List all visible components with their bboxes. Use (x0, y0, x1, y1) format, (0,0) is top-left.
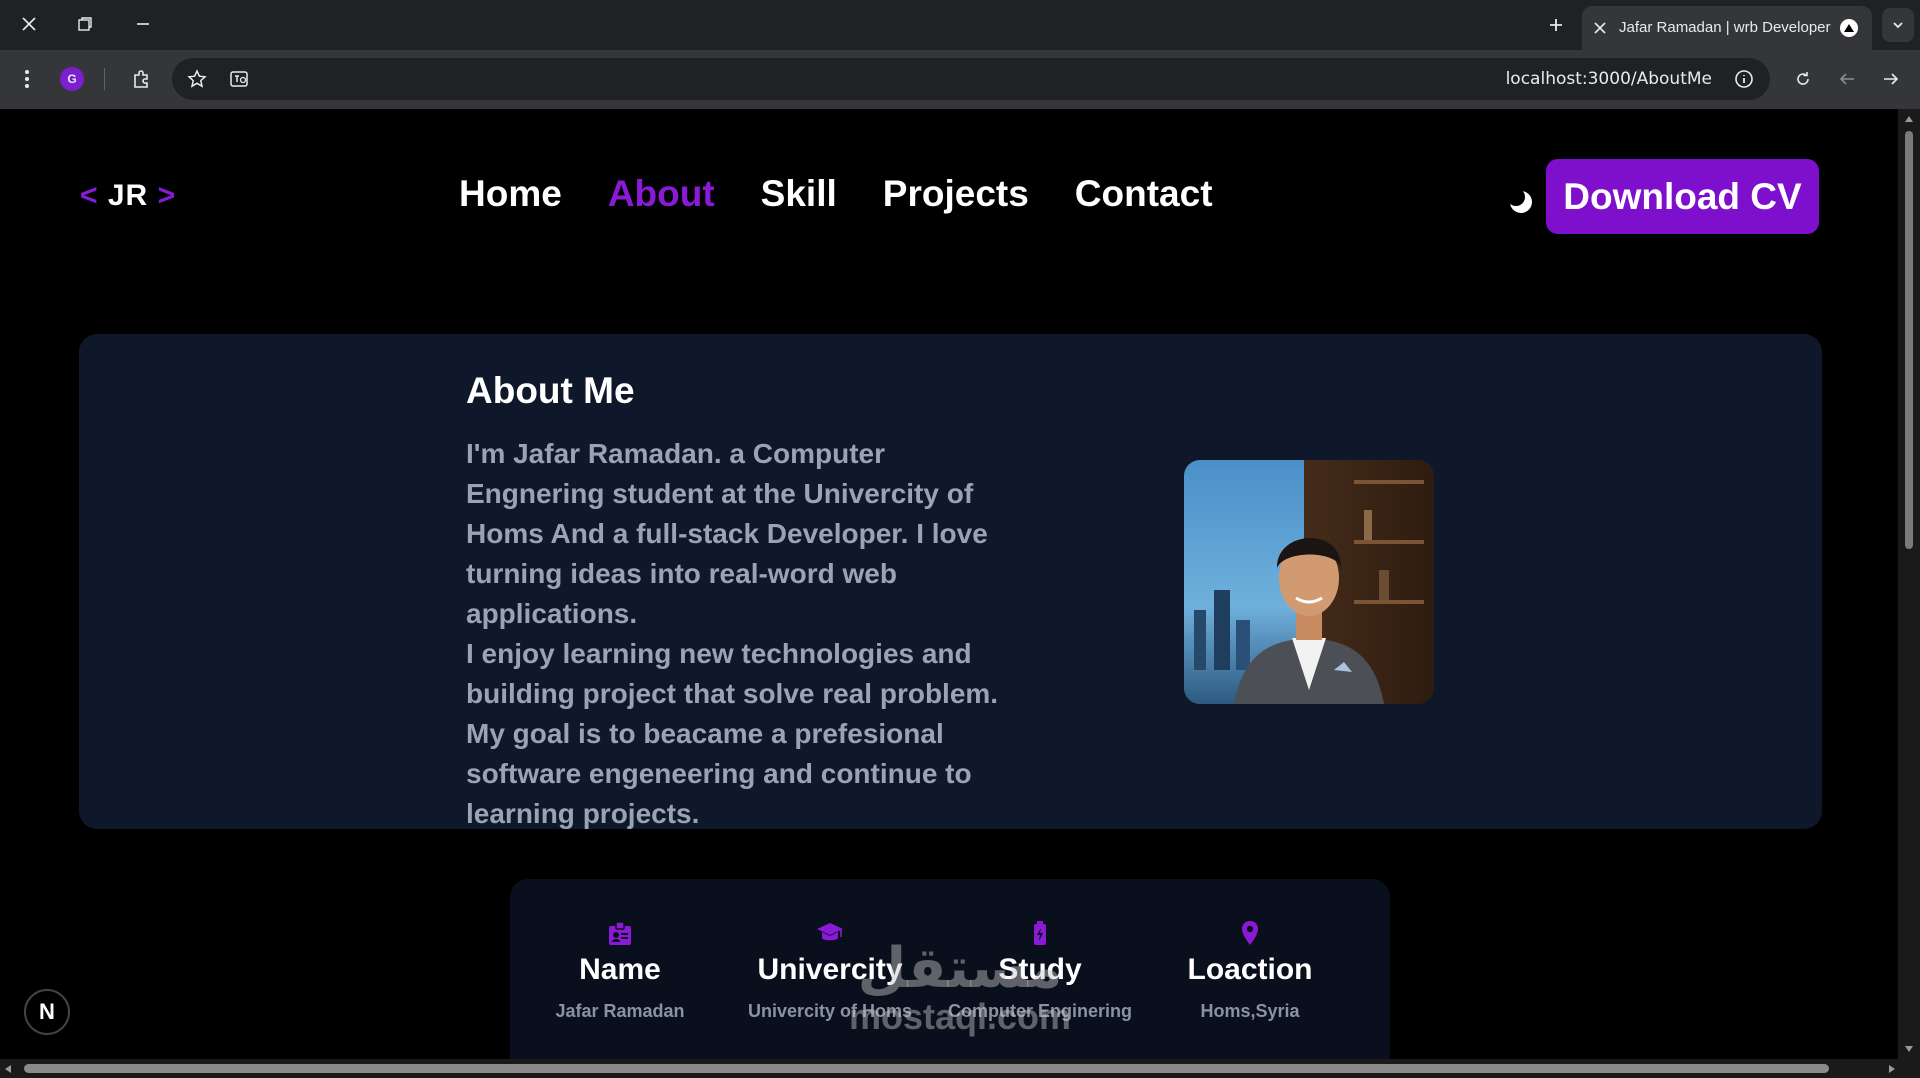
browser-toolbar: G localhost:3000/AboutMe (0, 50, 1920, 109)
logo-text: JR (107, 179, 149, 212)
about-paragraph-2: I enjoy learning new technologies and bu… (466, 638, 999, 829)
stat-name: Name Jafar Ramadan (510, 919, 730, 1022)
translate-icon[interactable] (228, 68, 250, 90)
profile-photo (1184, 460, 1434, 704)
reload-icon[interactable] (1788, 63, 1818, 95)
back-arrow-icon[interactable] (1832, 63, 1862, 95)
scroll-up-icon[interactable] (1904, 115, 1914, 123)
id-badge-icon (606, 919, 634, 947)
about-paragraph-1: I'm Jafar Ramadan. a Computer Engnering … (466, 438, 988, 629)
info-stats-panel: Name Jafar Ramadan Univercity Univercity… (510, 879, 1390, 1059)
horizontal-scrollbar[interactable] (0, 1059, 1920, 1078)
window-restore-icon[interactable] (70, 8, 100, 40)
stat-location: Loaction Homs,Syria (1140, 919, 1360, 1022)
screen: Jafar Ramadan | wrb Developer G localhos… (0, 0, 1920, 1078)
moon-icon[interactable] (1507, 188, 1534, 215)
scroll-down-icon[interactable] (1904, 1045, 1914, 1053)
nav-home[interactable]: Home (459, 173, 562, 215)
nav-about[interactable]: About (608, 173, 715, 215)
stat-label: Name (579, 953, 661, 986)
download-cv-button[interactable]: Download CV (1546, 159, 1819, 234)
new-tab-icon[interactable] (1540, 8, 1572, 42)
tab-strip: Jafar Ramadan | wrb Developer (0, 0, 1920, 50)
stat-label: Study (998, 953, 1082, 986)
tab-title: Jafar Ramadan | wrb Developer (1619, 19, 1831, 36)
site-logo[interactable]: < JR > (80, 179, 176, 213)
window-minimize-icon[interactable] (128, 8, 158, 40)
about-title: About Me (466, 370, 635, 411)
dev-tools-badge[interactable]: N (24, 989, 70, 1035)
vertical-scrollbar[interactable] (1898, 109, 1920, 1059)
window-close-icon[interactable] (14, 8, 44, 40)
location-pin-icon (1236, 919, 1264, 947)
nav-skill[interactable]: Skill (761, 173, 837, 215)
url-text[interactable]: localhost:3000/AboutMe (1506, 58, 1712, 100)
battery-icon (1026, 919, 1054, 947)
horizontal-scroll-thumb[interactable] (24, 1064, 1829, 1073)
vertical-scroll-thumb[interactable] (1905, 131, 1913, 549)
profile-avatar[interactable]: G (60, 67, 84, 91)
graduation-cap-icon (816, 919, 844, 947)
scroll-left-icon[interactable] (4, 1064, 12, 1074)
stat-study: Study Computer Enginering (930, 919, 1150, 1022)
about-card: About Me I'm Jafar Ramadan. a Computer E… (79, 334, 1822, 829)
stat-label: Loaction (1187, 953, 1313, 986)
main-nav: Home About Skill Projects Contact (459, 173, 1259, 215)
stat-value: Computer Enginering (948, 1001, 1132, 1021)
stat-university: Univercity Univercity of Homs (720, 919, 940, 1022)
tab-favicon-icon (1840, 19, 1858, 37)
logo-bracket-open: < (80, 179, 99, 212)
browser-tab[interactable]: Jafar Ramadan | wrb Developer (1582, 6, 1872, 50)
bookmark-star-icon[interactable] (186, 68, 208, 90)
extensions-puzzle-icon[interactable] (126, 63, 156, 95)
forward-arrow-icon[interactable] (1876, 63, 1906, 95)
stat-label: Univercity (757, 953, 903, 986)
scroll-right-icon[interactable] (1888, 1064, 1896, 1074)
nav-projects[interactable]: Projects (883, 173, 1029, 215)
tab-search-chevron-icon[interactable] (1882, 8, 1914, 42)
nav-contact[interactable]: Contact (1075, 173, 1213, 215)
toolbar-divider (104, 68, 105, 90)
stat-value: Homs,Syria (1200, 1001, 1300, 1021)
logo-bracket-close: > (157, 179, 177, 212)
menu-kebab-icon[interactable] (12, 62, 42, 96)
address-bar[interactable]: localhost:3000/AboutMe (172, 58, 1770, 100)
stat-value: Univercity of Homs (747, 1001, 913, 1021)
page-viewport: < JR > Home About Skill Projects Contact… (0, 109, 1898, 1059)
tab-close-icon[interactable] (1592, 20, 1608, 36)
site-info-icon[interactable] (1733, 68, 1755, 90)
stat-value: Jafar Ramadan (555, 1001, 685, 1021)
